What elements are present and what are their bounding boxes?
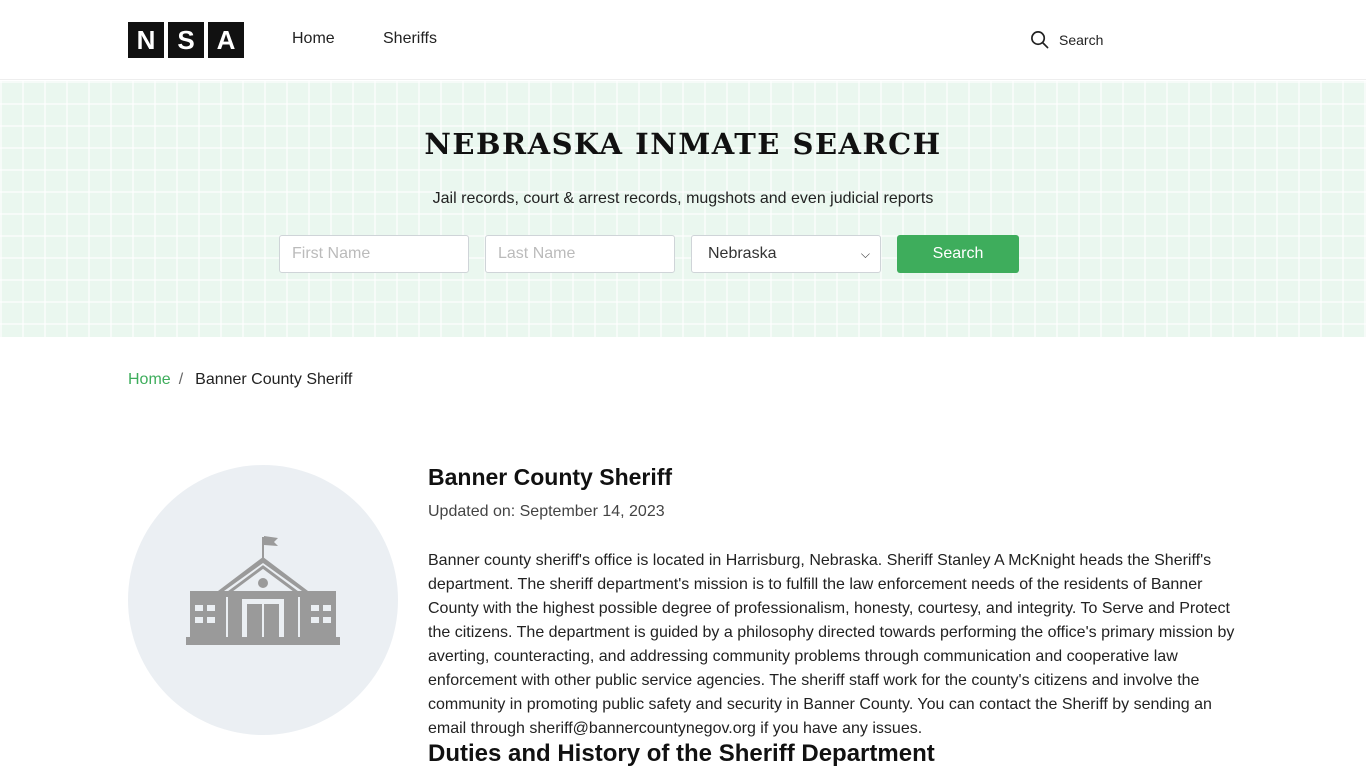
- page-title: Banner County Sheriff: [428, 464, 673, 490]
- nav-home-link[interactable]: Home: [292, 30, 335, 48]
- header-search-label: Search: [1059, 31, 1104, 48]
- site-header: N S A Home Sheriffs Search: [0, 0, 1366, 80]
- first-name-input[interactable]: [279, 235, 469, 273]
- hero-subtitle: Jail records, court & arrest records, mu…: [432, 190, 934, 207]
- search-icon: [1031, 31, 1049, 49]
- header-search-button[interactable]: Search: [1030, 30, 1103, 49]
- state-selected-value: Nebraska: [708, 245, 777, 262]
- site-logo[interactable]: N S A: [128, 22, 244, 58]
- hero-title: NEBRASKA INMATE SEARCH: [424, 127, 942, 161]
- chevron-down-icon: ⌵: [860, 246, 870, 261]
- breadcrumb-current: Banner County Sheriff: [195, 371, 353, 388]
- breadcrumb-home-link[interactable]: Home: [128, 371, 171, 389]
- logo-letter-n: N: [128, 22, 164, 58]
- sheriff-description: Banner county sheriff's office is locate…: [428, 552, 1235, 737]
- section-heading-duties: Duties and History of the Sheriff Depart…: [428, 740, 935, 767]
- sheriff-avatar: [128, 465, 398, 735]
- breadcrumb: Home / Banner County Sheriff: [128, 371, 352, 389]
- logo-letter-a: A: [208, 22, 244, 58]
- breadcrumb-separator: /: [178, 371, 184, 388]
- hero-search-section: NEBRASKA INMATE SEARCH Jail records, cou…: [0, 81, 1366, 337]
- nav-sheriffs-link[interactable]: Sheriffs: [383, 30, 437, 48]
- last-name-input[interactable]: [485, 235, 675, 273]
- logo-letter-s: S: [168, 22, 204, 58]
- state-select[interactable]: Nebraska ⌵: [691, 235, 881, 273]
- search-button[interactable]: Search: [897, 235, 1019, 273]
- courthouse-building-icon: [186, 536, 340, 645]
- updated-date: Updated on: September 14, 2023: [428, 503, 665, 520]
